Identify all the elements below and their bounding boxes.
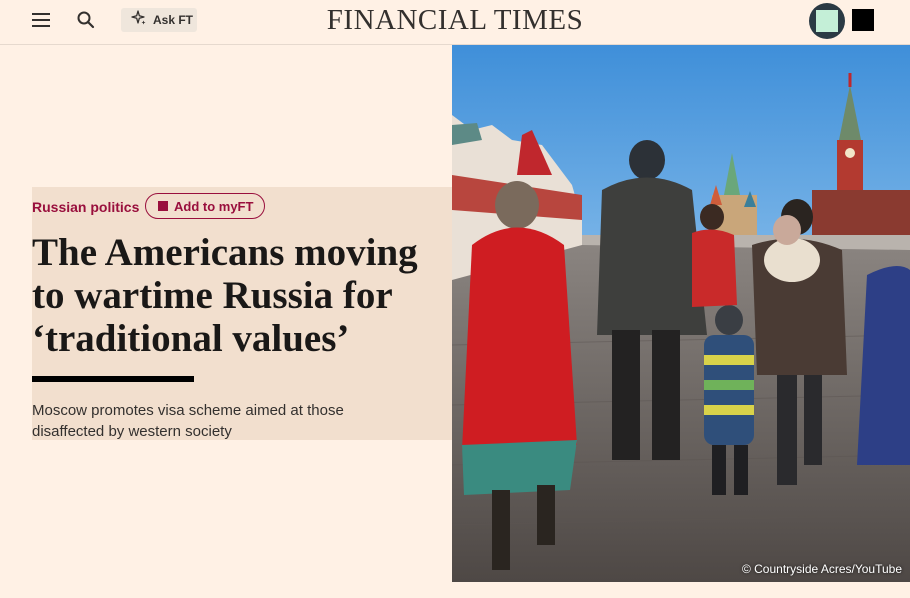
article-headline[interactable]: The Americans moving to wartime Russia f… — [32, 231, 452, 360]
article-hero-image[interactable]: © Countryside Acres/YouTube — [452, 45, 910, 582]
article-teaser-panel: Russian politics Add to myFT The America… — [32, 187, 452, 440]
photo-credit: © Countryside Acres/YouTube — [741, 562, 902, 576]
add-to-myft-label: Add to myFT — [174, 198, 254, 214]
add-to-myft-button[interactable]: Add to myFT — [145, 193, 266, 219]
headline-divider — [32, 376, 194, 382]
topic-link[interactable]: Russian politics — [32, 199, 139, 215]
article-standfirst: Moscow promotes visa scheme aimed at tho… — [32, 402, 344, 440]
financial-times-logo[interactable]: FINANCIAL TIMES — [0, 4, 910, 37]
top-navigation-bar: Ask FT FINANCIAL TIMES — [0, 0, 910, 45]
account-menu-button[interactable] — [852, 9, 874, 31]
red-square-photo — [452, 45, 910, 582]
myft-square-icon — [158, 201, 168, 211]
account-avatar[interactable] — [809, 3, 845, 39]
